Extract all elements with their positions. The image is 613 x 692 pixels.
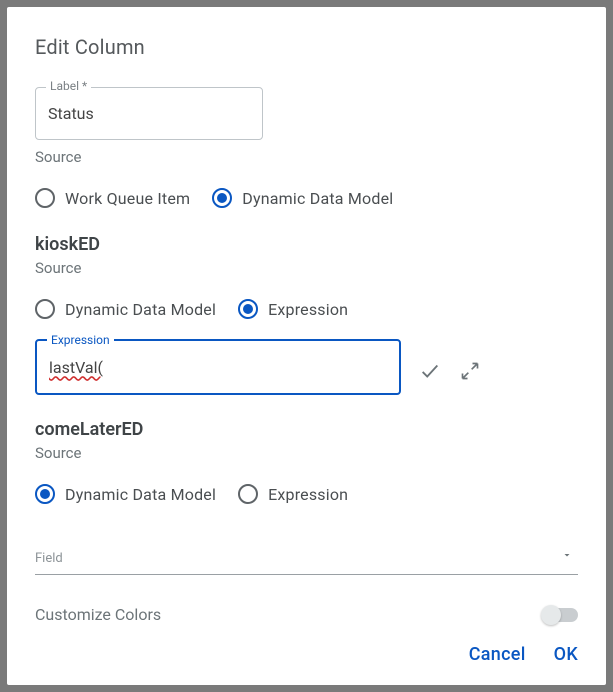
section2-radios: Dynamic Data Model Expression [35, 299, 578, 319]
check-icon[interactable] [419, 360, 441, 382]
section2-source-label: Source [35, 259, 578, 277]
radio-circle-checked-icon [212, 188, 232, 208]
dialog-title: Edit Column [35, 35, 578, 59]
radio-label: Dynamic Data Model [242, 189, 393, 208]
customize-colors-label: Customize Colors [35, 605, 161, 624]
radio-circle-icon [35, 299, 55, 319]
radio-dynamic-data-model-3[interactable]: Dynamic Data Model [35, 484, 216, 504]
radio-label: Expression [268, 485, 348, 504]
expression-field-label: Expression [47, 333, 114, 347]
ok-button[interactable]: OK [554, 644, 578, 665]
expression-input[interactable]: lastVal( [49, 358, 387, 377]
label-field[interactable]: Label * [35, 87, 263, 140]
radio-label: Dynamic Data Model [65, 300, 216, 319]
radio-circle-checked-icon [35, 484, 55, 504]
section3-heading: comeLaterED [35, 419, 578, 440]
expression-row: Expression lastVal( [35, 339, 578, 403]
section1-source-label: Source [35, 148, 578, 166]
radio-label: Expression [268, 300, 348, 319]
section2-heading: kioskED [35, 234, 578, 255]
radio-dynamic-data-model-2[interactable]: Dynamic Data Model [35, 299, 216, 319]
section1-radios: Work Queue Item Dynamic Data Model [35, 188, 578, 208]
customize-colors-row: Customize Colors [35, 605, 578, 624]
dialog-footer: Cancel OK [35, 624, 578, 665]
section3-radios: Dynamic Data Model Expression [35, 484, 578, 504]
radio-label: Dynamic Data Model [65, 485, 216, 504]
customize-colors-toggle[interactable] [544, 608, 578, 622]
radio-circle-icon [35, 188, 55, 208]
radio-label: Work Queue Item [65, 189, 190, 208]
label-input[interactable] [48, 104, 250, 123]
field-select-label: Field [35, 551, 63, 566]
cancel-button[interactable]: Cancel [469, 644, 526, 665]
expand-icon[interactable] [459, 360, 481, 382]
field-select[interactable]: Field [35, 534, 578, 575]
expression-field[interactable]: Expression lastVal( [35, 339, 401, 395]
section3-source-label: Source [35, 444, 578, 462]
radio-dynamic-data-model-1[interactable]: Dynamic Data Model [212, 188, 393, 208]
radio-expression-2[interactable]: Expression [238, 299, 348, 319]
radio-circle-icon [238, 484, 258, 504]
radio-work-queue-item[interactable]: Work Queue Item [35, 188, 190, 208]
radio-expression-3[interactable]: Expression [238, 484, 348, 504]
edit-column-dialog: Edit Column Label * Source Work Queue It… [7, 7, 606, 685]
dropdown-icon [556, 544, 578, 566]
label-field-label: Label * [46, 79, 91, 93]
radio-circle-checked-icon [238, 299, 258, 319]
